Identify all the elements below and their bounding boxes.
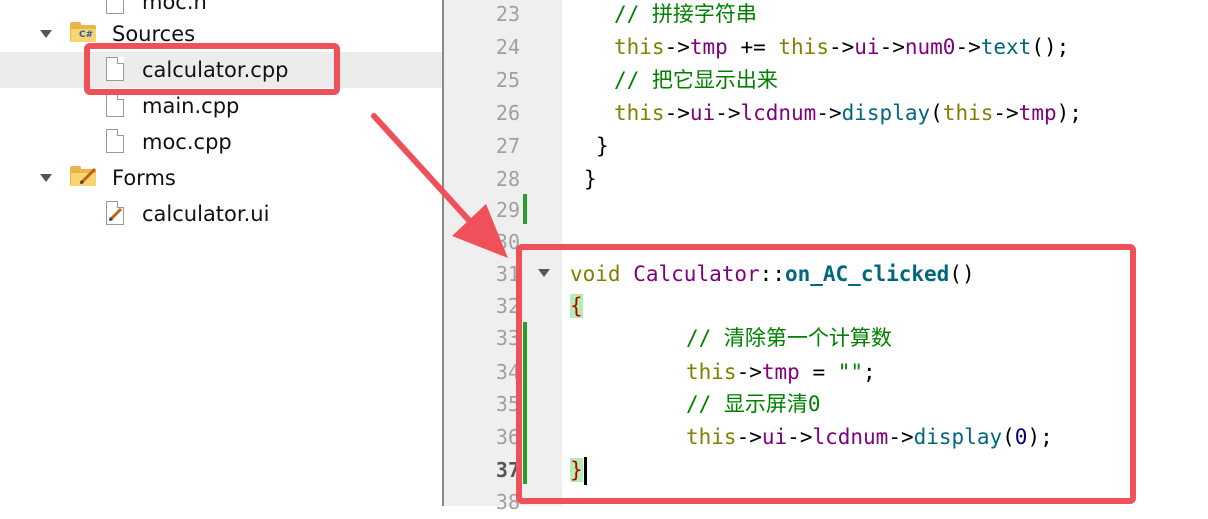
- annotation-arrow-icon: [371, 113, 508, 258]
